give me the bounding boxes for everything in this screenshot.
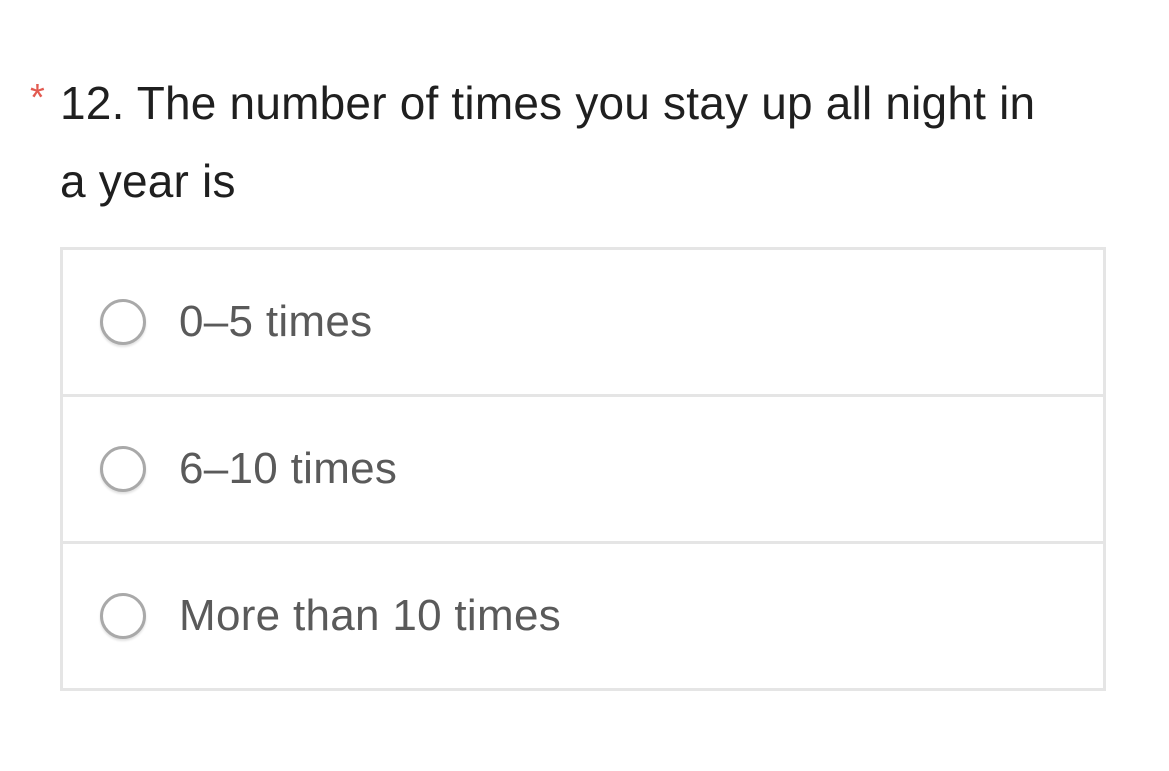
option-0-5-times[interactable]: 0–5 times (63, 250, 1103, 397)
question-text: 12. The number of times you stay up all … (60, 77, 1036, 207)
radio-button-icon[interactable] (100, 446, 146, 492)
required-star: * (30, 77, 45, 119)
radio-group: 0–5 times 6–10 times More than 10 times (60, 247, 1106, 691)
radio-button-icon[interactable] (100, 593, 146, 639)
radio-button-icon[interactable] (100, 299, 146, 345)
option-label: 6–10 times (179, 444, 398, 493)
option-6-10-times[interactable]: 6–10 times (63, 397, 1103, 544)
question-block: * 12. The number of times you stay up al… (30, 64, 1050, 220)
option-label: 0–5 times (179, 297, 373, 346)
option-more-than-10-times[interactable]: More than 10 times (63, 544, 1103, 688)
question-title: * 12. The number of times you stay up al… (30, 64, 1050, 220)
option-label: More than 10 times (179, 591, 562, 640)
